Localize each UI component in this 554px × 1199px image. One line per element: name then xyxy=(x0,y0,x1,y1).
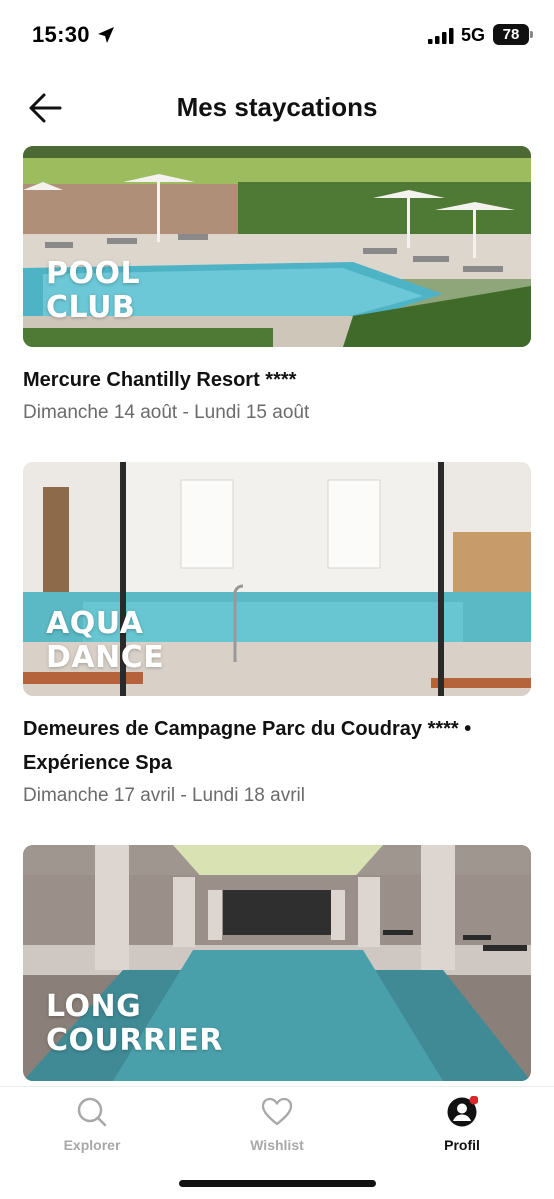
staycation-badge: POOL CLUB xyxy=(46,257,140,325)
staycation-card-pool-club[interactable]: POOL CLUB Mercure Chantilly Resort **** … xyxy=(23,146,531,427)
hotel-name-line: Demeures de Campagne Parc du Coudray ***… xyxy=(23,718,472,740)
badge-line: LONG xyxy=(46,989,142,1024)
tab-label: Profil xyxy=(444,1137,480,1153)
location-arrow-icon xyxy=(98,27,114,43)
staycation-card-aqua-dance[interactable]: AQUA DANCE Demeures de Campagne Parc du … xyxy=(23,462,531,810)
card-image: LONG COURRIER xyxy=(23,845,531,1081)
battery-indicator: 78 xyxy=(493,24,533,45)
status-time: 15:30 xyxy=(32,22,90,47)
network-type: 5G xyxy=(461,25,486,45)
hotel-name: Demeures de Campagne Parc du Coudray ***… xyxy=(23,712,531,780)
tab-wishlist[interactable]: Wishlist xyxy=(207,1087,347,1167)
home-indicator xyxy=(179,1180,376,1187)
staycation-badge: LONG COURRIER xyxy=(46,990,223,1058)
card-image: AQUA DANCE xyxy=(23,462,531,696)
tab-label: Wishlist xyxy=(250,1137,304,1153)
stay-dates: Dimanche 17 avril - Lundi 18 avril xyxy=(23,785,305,806)
tab-profil[interactable]: Profil xyxy=(392,1087,532,1167)
tab-label: Explorer xyxy=(63,1137,121,1153)
page-title: Mes staycations xyxy=(176,92,378,122)
badge-line: DANCE xyxy=(46,640,165,675)
heart-icon xyxy=(261,1097,293,1126)
staycation-list[interactable]: POOL CLUB Mercure Chantilly Resort **** … xyxy=(23,146,531,1086)
staycation-badge: AQUA DANCE xyxy=(46,607,164,675)
search-icon xyxy=(77,1097,107,1127)
badge-line: AQUA xyxy=(46,606,144,641)
status-bar: 15:30 5G 78 xyxy=(0,0,554,70)
badge-line: COURRIER xyxy=(46,1023,223,1058)
card-image: POOL CLUB xyxy=(23,146,531,347)
signal-icon xyxy=(428,28,454,44)
stay-dates: Dimanche 14 août - Lundi 15 août xyxy=(23,402,310,423)
hotel-name-line: Expérience Spa xyxy=(23,752,172,774)
badge-line: POOL xyxy=(46,256,141,291)
badge-line: CLUB xyxy=(46,290,136,325)
staycation-card-long-courrier[interactable]: LONG COURRIER xyxy=(23,845,531,1081)
tab-explorer[interactable]: Explorer xyxy=(22,1087,162,1167)
page-header: Mes staycations xyxy=(0,70,554,146)
hotel-name: Mercure Chantilly Resort **** xyxy=(23,369,297,391)
profile-icon xyxy=(447,1096,478,1127)
